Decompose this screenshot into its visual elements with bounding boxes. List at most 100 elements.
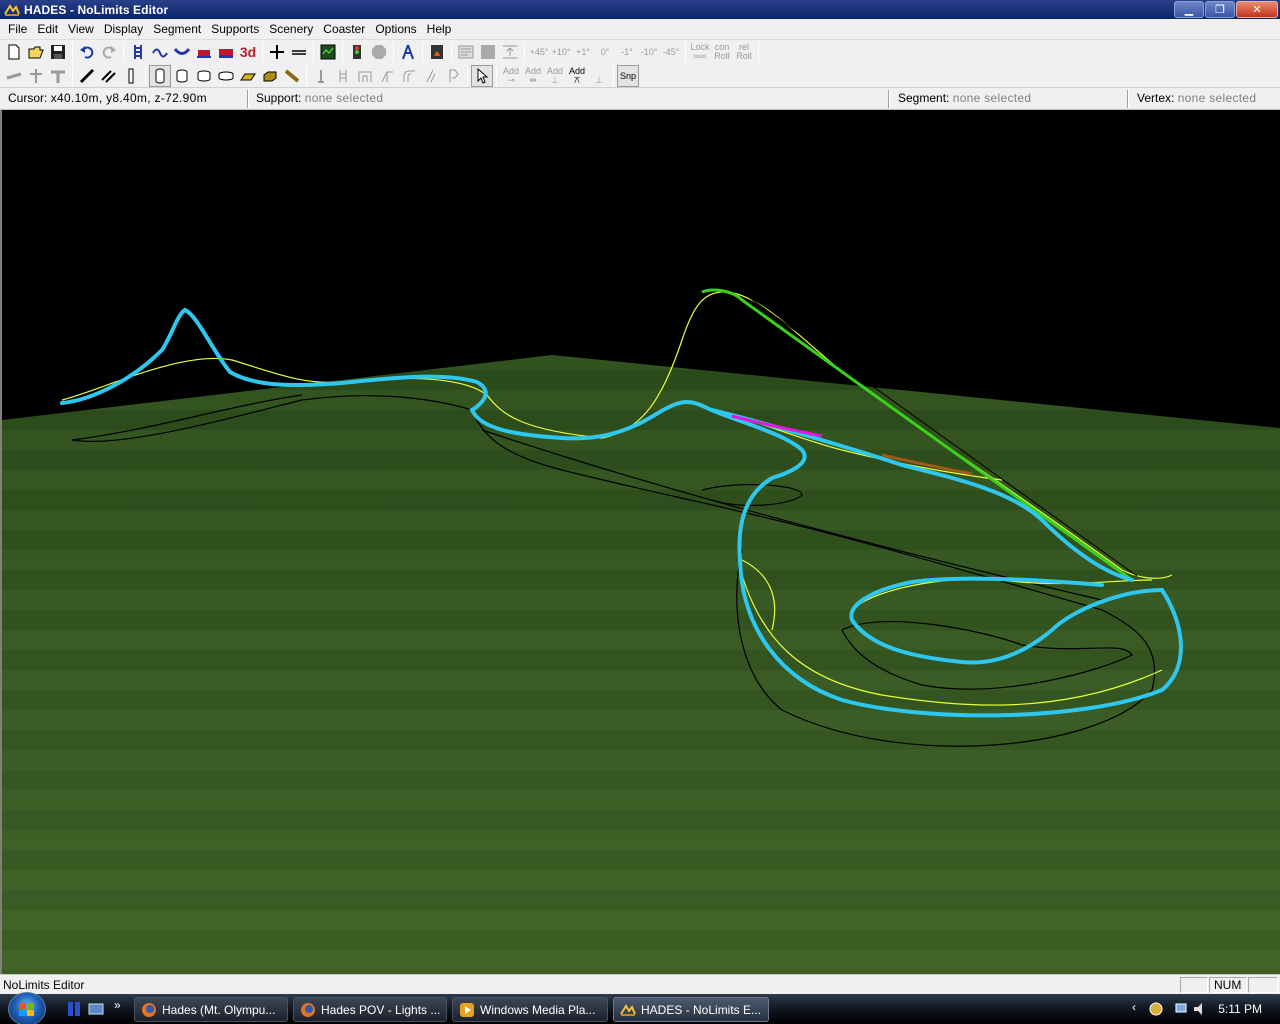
3d-viewport[interactable] <box>0 110 1280 974</box>
select-tool[interactable] <box>471 64 493 87</box>
undo-button[interactable] <box>76 41 98 63</box>
firefox-icon <box>301 1002 315 1017</box>
minimize-button[interactable]: ▁ <box>1174 1 1204 18</box>
stop-button[interactable] <box>368 41 390 63</box>
menu-scenery[interactable]: Scenery <box>264 20 318 39</box>
cylinder-tool-1[interactable] <box>149 64 171 87</box>
plus-cross-icon <box>270 45 284 59</box>
footer-tool[interactable] <box>237 65 259 87</box>
terrain-view-button[interactable] <box>317 41 339 63</box>
system-tray: ‹ 5:11 PM <box>1130 994 1280 1024</box>
menu-file[interactable]: File <box>3 20 32 39</box>
roll-plus45-button[interactable]: +45° <box>528 47 550 57</box>
windows-taskbar: » Hades (Mt. Olympu... Hades POV - Light… <box>0 992 1280 1024</box>
add-connector-button[interactable]: Add ⊥ <box>544 66 566 85</box>
save-button[interactable] <box>47 41 69 63</box>
support-readout: Support: none selected <box>256 91 383 105</box>
column-tool[interactable] <box>120 65 142 87</box>
valley-track-icon <box>174 48 190 55</box>
add-support-button[interactable]: Add ⚻ <box>566 66 588 85</box>
task-firefox-pov[interactable]: Hades POV - Lights ... <box>293 997 447 1022</box>
footer-plate-icon <box>240 73 256 80</box>
hook-support-icon <box>449 69 459 82</box>
maximize-button[interactable]: ❐ <box>1205 1 1235 18</box>
pillar-tool-4[interactable] <box>376 65 398 87</box>
add-connector-icon: ⊥ <box>551 74 559 85</box>
new-button[interactable] <box>3 41 25 63</box>
scene-canvas[interactable] <box>2 110 1280 974</box>
snap-toggle[interactable]: Snp <box>617 64 639 87</box>
menu-edit[interactable]: Edit <box>32 20 63 39</box>
network-globe-icon[interactable] <box>1148 1001 1164 1017</box>
fire-effect-button[interactable] <box>426 41 448 63</box>
pillar-tool-6[interactable] <box>420 65 442 87</box>
menu-segment[interactable]: Segment <box>148 20 206 39</box>
double-beam-tool[interactable] <box>98 65 120 87</box>
align-button[interactable] <box>499 41 521 63</box>
menu-help[interactable]: Help <box>422 20 457 39</box>
cylinder-tool-4[interactable] <box>215 65 237 87</box>
close-button[interactable]: ✕ <box>1236 1 1278 18</box>
valley-track-button[interactable] <box>171 41 193 63</box>
redo-button[interactable] <box>98 41 120 63</box>
roll-plus10-button[interactable]: +10° <box>550 47 572 57</box>
roll-minus10-button[interactable]: -10° <box>638 47 660 57</box>
start-button[interactable] <box>8 992 46 1024</box>
cylinder-tool-3[interactable] <box>193 65 215 87</box>
3d-view-button[interactable]: 3d <box>237 41 259 63</box>
tray-expand-icon[interactable]: ‹ <box>1132 1000 1148 1016</box>
support-tool-3[interactable] <box>47 65 69 87</box>
add-footer-button[interactable]: ⊥ <box>588 67 610 85</box>
volume-speaker-icon[interactable] <box>1192 1001 1208 1017</box>
lock-roll-button[interactable]: Lock ∞∞ <box>689 43 711 61</box>
show-desktop-icon[interactable] <box>88 1001 104 1017</box>
wood-beam-tool[interactable] <box>281 65 303 87</box>
roll-minus1-button[interactable]: -1° <box>616 47 638 57</box>
train-car-icon <box>197 50 211 58</box>
supports-tower-button[interactable] <box>397 41 419 63</box>
station-button[interactable] <box>193 41 215 63</box>
menu-coaster[interactable]: Coaster <box>318 20 370 39</box>
pillar-tool-5[interactable] <box>398 65 420 87</box>
clock[interactable]: 5:11 PM <box>1218 1002 1262 1016</box>
menu-display[interactable]: Display <box>99 20 148 39</box>
pillar-tool-7[interactable] <box>442 65 464 87</box>
test-run-button[interactable] <box>346 41 368 63</box>
task-media-player[interactable]: Windows Media Pla... <box>452 997 608 1022</box>
segment-props-button[interactable] <box>455 41 477 63</box>
block-tool[interactable] <box>259 65 281 87</box>
cylinder-medium-icon <box>176 69 188 82</box>
support-value: none selected <box>304 91 384 105</box>
pillar-tool-2[interactable] <box>332 65 354 87</box>
wave-track-button[interactable] <box>149 41 171 63</box>
support-tool-2[interactable] <box>25 65 47 87</box>
menu-view[interactable]: View <box>63 20 99 39</box>
title-bar: HADES - NoLimits Editor ▁ ❐ ✕ <box>0 0 1280 19</box>
add-beam-button[interactable]: Add ⇹ <box>522 66 544 85</box>
train-button[interactable] <box>215 41 237 63</box>
task-nolimits-editor[interactable]: HADES - NoLimits E... <box>613 997 769 1022</box>
quicklaunch-more-icon[interactable]: » <box>114 998 130 1014</box>
roll-plus1-button[interactable]: +1° <box>572 47 594 57</box>
nolimits-app-icon <box>620 1003 636 1016</box>
menu-supports[interactable]: Supports <box>206 20 264 39</box>
task-firefox-hades[interactable]: Hades (Mt. Olympu... <box>134 997 288 1022</box>
open-button[interactable] <box>25 41 47 63</box>
support-tool-1[interactable] <box>3 65 25 87</box>
menu-options[interactable]: Options <box>370 20 421 39</box>
delete-vertex-button[interactable] <box>288 41 310 63</box>
cylinder-tool-2[interactable] <box>171 65 193 87</box>
track-grid-button[interactable] <box>127 41 149 63</box>
rel-roll-button[interactable]: rel Roll <box>733 43 755 61</box>
roll-zero-button[interactable]: 0° <box>594 47 616 57</box>
add-node-button[interactable]: Add ⊸ <box>500 66 522 85</box>
network-monitor-icon[interactable] <box>1174 1001 1190 1017</box>
beam-tool[interactable] <box>76 65 98 87</box>
insert-vertex-button[interactable] <box>266 41 288 63</box>
pillar-tool-1[interactable] <box>310 65 332 87</box>
pillar-tool-3[interactable] <box>354 65 376 87</box>
roll-minus45-button[interactable]: -45° <box>660 47 682 57</box>
solid-view-button[interactable] <box>477 41 499 63</box>
quicklaunch-app-icon[interactable] <box>66 1001 82 1017</box>
con-roll-button[interactable]: con Roll <box>711 43 733 61</box>
